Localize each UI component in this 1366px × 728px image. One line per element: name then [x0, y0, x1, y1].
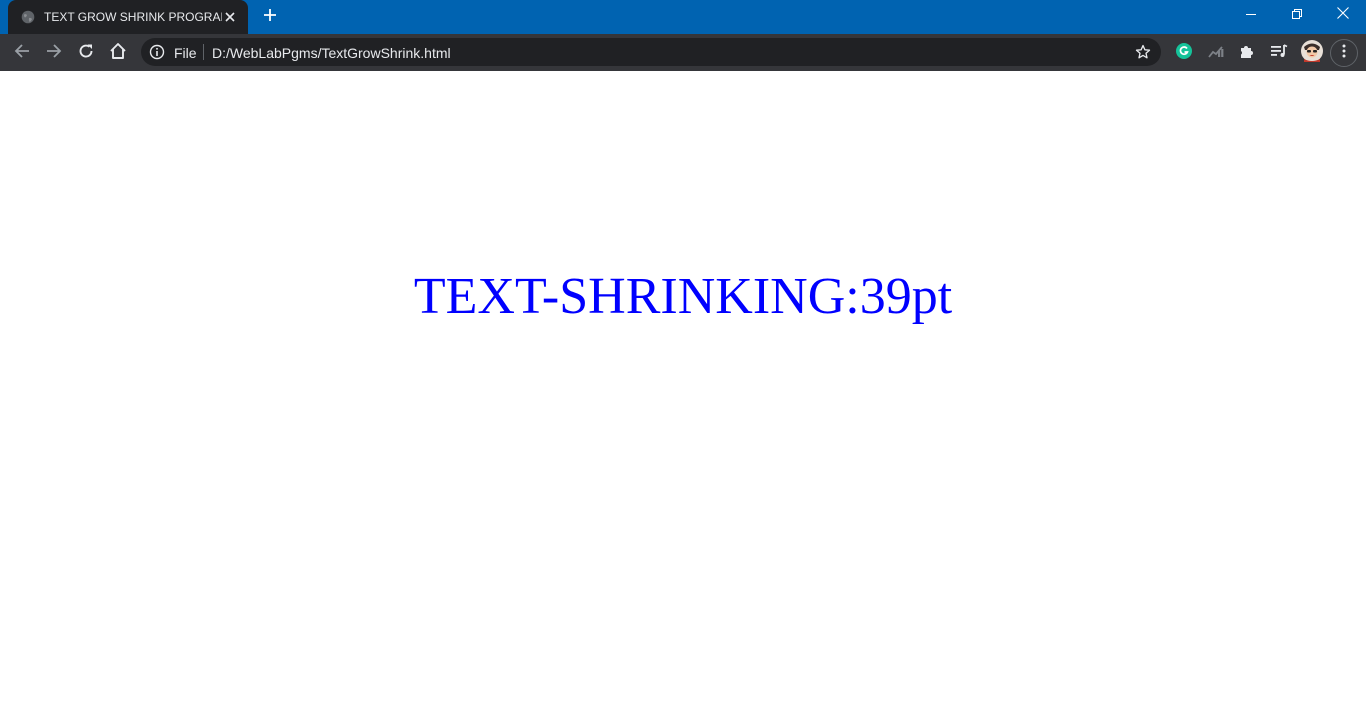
grammarly-extension[interactable] — [1170, 39, 1198, 67]
close-icon[interactable] — [222, 9, 238, 25]
kebab-menu-icon — [1342, 44, 1346, 63]
analytics-icon — [1207, 42, 1225, 65]
reload-icon — [78, 43, 94, 64]
title-bar: TEXT GROW SHRINK PROGRAM — [0, 0, 1366, 34]
extensions-button[interactable] — [1233, 39, 1261, 67]
globe-icon — [21, 10, 35, 24]
info-icon[interactable] — [149, 44, 165, 60]
reload-button[interactable] — [72, 39, 100, 67]
grammarly-icon — [1175, 42, 1193, 65]
star-icon[interactable] — [1132, 42, 1154, 62]
browser-toolbar: File D:/WebLabPgms/TextGrowShrink.html — [0, 34, 1366, 71]
tab-title: TEXT GROW SHRINK PROGRAM — [44, 10, 222, 24]
page-content: TEXT-SHRINKING:39pt — [0, 71, 1366, 728]
minimize-button[interactable] — [1228, 0, 1274, 30]
plus-icon — [263, 8, 277, 27]
media-playlist-icon — [1270, 42, 1288, 65]
home-button[interactable] — [104, 39, 132, 67]
arrow-left-icon — [14, 43, 30, 64]
shrinking-text: TEXT-SHRINKING:39pt — [413, 268, 953, 325]
profile-avatar — [1300, 39, 1324, 68]
puzzle-icon — [1239, 43, 1255, 64]
arrow-right-icon — [46, 43, 62, 64]
back-button[interactable] — [8, 39, 36, 67]
omnibox-divider — [203, 44, 204, 60]
home-icon — [109, 42, 127, 65]
restore-button[interactable] — [1274, 0, 1320, 30]
window-close-button[interactable] — [1320, 0, 1366, 30]
browser-menu-button[interactable] — [1330, 39, 1358, 67]
new-tab-button[interactable] — [258, 6, 282, 28]
minimize-icon — [1246, 6, 1256, 24]
address-bar[interactable]: File D:/WebLabPgms/TextGrowShrink.html — [141, 38, 1161, 66]
profile-button[interactable] — [1298, 39, 1326, 67]
analytics-extension[interactable] — [1202, 39, 1230, 67]
media-controls-button[interactable] — [1265, 39, 1293, 67]
restore-icon — [1292, 6, 1302, 24]
scheme-label: File — [174, 45, 197, 61]
browser-tab[interactable]: TEXT GROW SHRINK PROGRAM — [8, 0, 248, 34]
close-icon — [1337, 6, 1349, 24]
forward-button[interactable] — [40, 39, 68, 67]
url-text[interactable]: D:/WebLabPgms/TextGrowShrink.html — [212, 45, 451, 61]
